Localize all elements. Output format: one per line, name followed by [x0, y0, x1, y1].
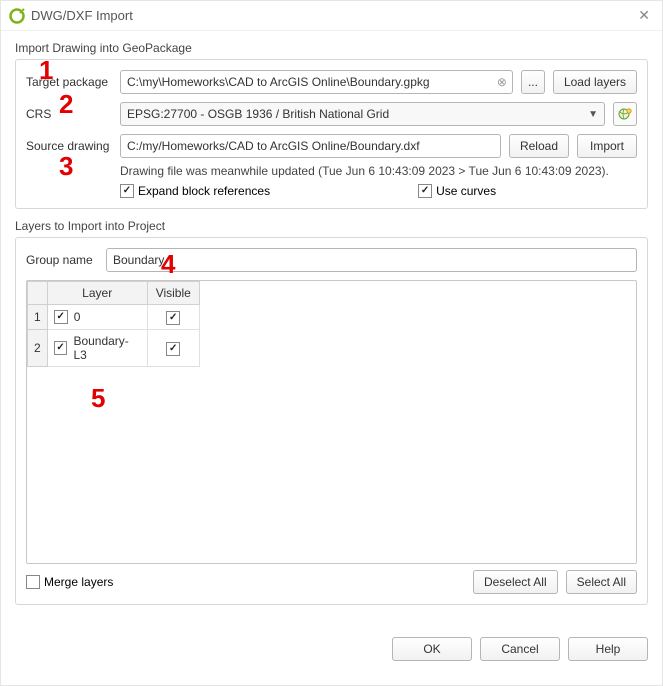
target-package-input[interactable] — [120, 70, 513, 94]
expand-block-label: Expand block references — [138, 184, 270, 198]
layer-name: 0 — [74, 310, 81, 324]
column-header-layer[interactable]: Layer — [47, 282, 147, 305]
checkbox-icon — [418, 184, 432, 198]
source-drawing-input[interactable] — [120, 134, 501, 158]
app-icon — [9, 8, 25, 24]
visible-checkbox[interactable] — [166, 311, 180, 325]
crs-label: CRS — [26, 107, 112, 121]
use-curves-label: Use curves — [436, 184, 496, 198]
dialog-button-row: OK Cancel Help — [1, 627, 662, 673]
group-name-label: Group name — [26, 253, 98, 267]
select-all-button[interactable]: Select All — [566, 570, 637, 594]
load-layers-button[interactable]: Load layers — [553, 70, 637, 94]
ok-button[interactable]: OK — [392, 637, 472, 661]
source-drawing-label: Source drawing — [26, 139, 112, 153]
window-title: DWG/DXF Import — [31, 8, 133, 23]
merge-layers-label: Merge layers — [44, 575, 113, 589]
layer-name: Boundary-L3 — [73, 334, 140, 362]
chevron-down-icon: ▼ — [588, 109, 598, 120]
crs-value: EPSG:27700 - OSGB 1936 / British Nationa… — [127, 107, 389, 121]
dialog-window: DWG/DXF Import ✕ Import Drawing into Geo… — [0, 0, 663, 686]
row-number: 2 — [28, 330, 48, 367]
table-row[interactable]: 2 Boundary-L3 — [28, 330, 200, 367]
crs-picker-button[interactable] — [613, 102, 637, 126]
import-panel: Target package ⊗ ... Load layers CRS EPS… — [15, 59, 648, 209]
browse-button[interactable]: ... — [521, 70, 545, 94]
visible-checkbox[interactable] — [166, 342, 180, 356]
table-row[interactable]: 1 0 — [28, 305, 200, 330]
import-section-title: Import Drawing into GeoPackage — [15, 41, 648, 55]
row-number: 1 — [28, 305, 48, 330]
crs-select[interactable]: EPSG:27700 - OSGB 1936 / British Nationa… — [120, 102, 605, 126]
checkbox-icon — [120, 184, 134, 198]
layer-checkbox[interactable] — [54, 310, 68, 324]
merge-layers-checkbox[interactable]: Merge layers — [26, 575, 113, 589]
deselect-all-button[interactable]: Deselect All — [473, 570, 558, 594]
group-name-input[interactable] — [106, 248, 637, 272]
layer-checkbox[interactable] — [54, 341, 68, 355]
import-button[interactable]: Import — [577, 134, 637, 158]
titlebar: DWG/DXF Import ✕ — [1, 1, 662, 31]
status-text: Drawing file was meanwhile updated (Tue … — [120, 164, 637, 178]
layers-section-title: Layers to Import into Project — [15, 219, 648, 233]
help-button[interactable]: Help — [568, 637, 648, 661]
layers-grid: Layer Visible 1 0 2 Boundary-L3 — [26, 280, 637, 564]
clear-icon[interactable]: ⊗ — [497, 75, 507, 89]
use-curves-checkbox[interactable]: Use curves — [418, 184, 496, 198]
checkbox-icon — [26, 575, 40, 589]
expand-block-checkbox[interactable]: Expand block references — [120, 184, 270, 198]
target-package-label: Target package — [26, 75, 112, 89]
close-icon[interactable]: ✕ — [634, 7, 654, 24]
layers-panel: Group name Layer Visible 1 0 — [15, 237, 648, 605]
cancel-button[interactable]: Cancel — [480, 637, 560, 661]
reload-button[interactable]: Reload — [509, 134, 569, 158]
column-header-visible[interactable]: Visible — [147, 282, 199, 305]
